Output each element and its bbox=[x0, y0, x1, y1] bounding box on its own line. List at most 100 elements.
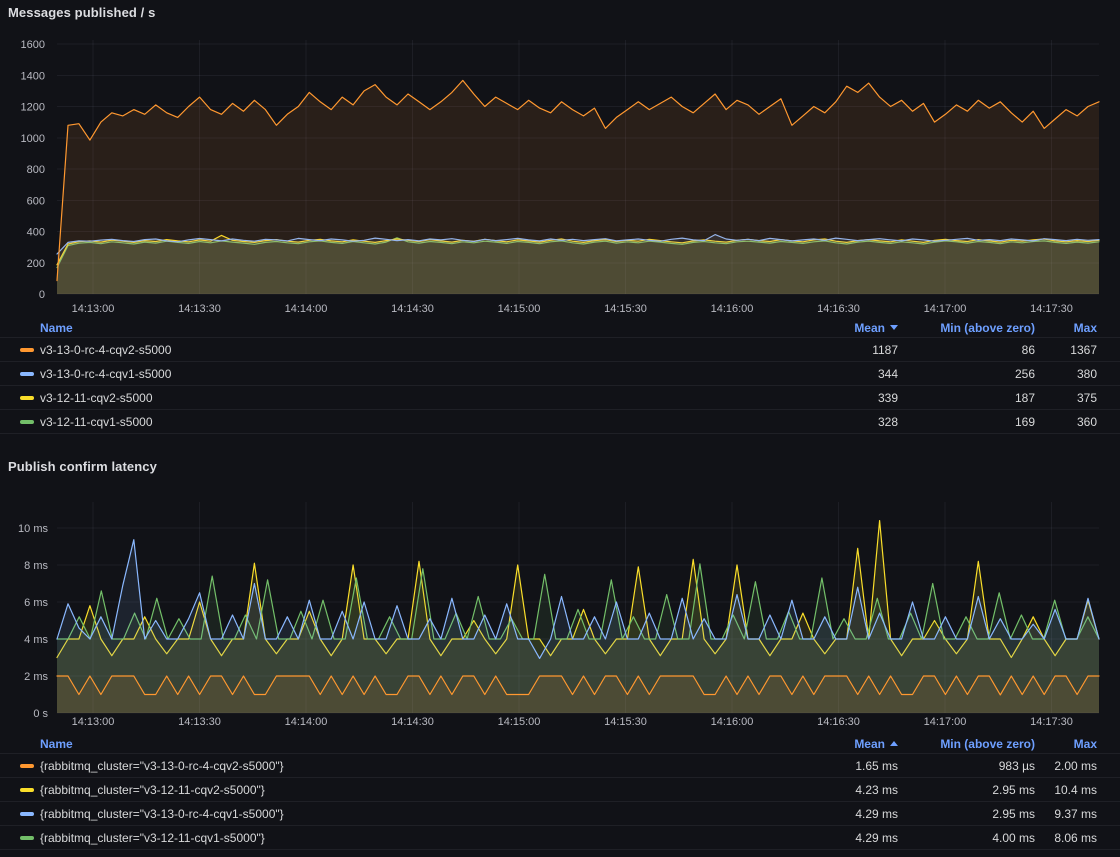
legend-header-max[interactable]: Max bbox=[1035, 321, 1097, 335]
legend-row[interactable]: {rabbitmq_cluster="v3-12-11-cqv1-s5000"}… bbox=[0, 826, 1120, 850]
series-name[interactable]: {rabbitmq_cluster="v3-12-11-cqv1-s5000"} bbox=[40, 831, 265, 845]
legend-header-mean[interactable]: Mean bbox=[788, 737, 898, 751]
series-name[interactable]: {rabbitmq_cluster="v3-12-11-cqv2-s5000"} bbox=[40, 783, 265, 797]
min-value: 169 bbox=[898, 415, 1035, 429]
legend-header-mean-label: Mean bbox=[854, 321, 885, 335]
svg-text:14:16:00: 14:16:00 bbox=[711, 303, 754, 315]
publish-confirm-latency-chart[interactable]: 0 s 2 ms 4 ms 6 ms 8 ms 10 ms 14:13:00 14:13:30… bbox=[0, 492, 1120, 734]
legend-row[interactable]: {rabbitmq_cluster="v3-13-0-rc-4-cqv2-s50… bbox=[0, 754, 1120, 778]
svg-text:14:14:00: 14:14:00 bbox=[285, 716, 328, 728]
svg-text:0: 0 bbox=[39, 289, 45, 301]
mean-value: 4.23 ms bbox=[788, 783, 898, 797]
svg-text:600: 600 bbox=[27, 195, 45, 207]
legend-header-row: Name Mean Min (above zero) Max bbox=[0, 734, 1120, 754]
sort-desc-icon bbox=[890, 325, 898, 330]
svg-text:10 ms: 10 ms bbox=[18, 523, 48, 535]
mean-value: 4.29 ms bbox=[788, 831, 898, 845]
legend-row[interactable]: v3-12-11-cqv1-s5000 328 169 360 bbox=[0, 410, 1120, 434]
max-value: 1367 bbox=[1035, 343, 1097, 357]
mean-value: 344 bbox=[788, 367, 898, 381]
series-color-swatch bbox=[20, 764, 34, 768]
legend-header-max[interactable]: Max bbox=[1035, 737, 1097, 751]
legend-header-mean[interactable]: Mean bbox=[788, 321, 898, 335]
messages-published-chart[interactable]: 0 200 400 600 800 1000 1200 1400 1600 14:13:00 14:… bbox=[0, 36, 1120, 318]
svg-text:14:13:00: 14:13:00 bbox=[72, 303, 115, 315]
svg-text:14:14:00: 14:14:00 bbox=[285, 303, 328, 315]
messages-published-legend-table: Name Mean Min (above zero) Max v3-13-0-r… bbox=[0, 318, 1120, 434]
sort-asc-icon bbox=[890, 741, 898, 746]
max-value: 10.4 ms bbox=[1035, 783, 1097, 797]
svg-text:14:13:30: 14:13:30 bbox=[178, 716, 221, 728]
series-color-swatch bbox=[20, 348, 34, 352]
series-color-swatch bbox=[20, 788, 34, 792]
legend-header-min[interactable]: Min (above zero) bbox=[898, 737, 1035, 751]
svg-text:200: 200 bbox=[27, 258, 45, 270]
svg-text:1000: 1000 bbox=[21, 133, 45, 145]
svg-text:2 ms: 2 ms bbox=[24, 671, 48, 683]
legend-header-row: Name Mean Min (above zero) Max bbox=[0, 318, 1120, 338]
svg-text:14:15:00: 14:15:00 bbox=[498, 303, 541, 315]
series-name[interactable]: v3-12-11-cqv1-s5000 bbox=[40, 415, 153, 429]
svg-text:14:15:00: 14:15:00 bbox=[498, 716, 541, 728]
max-value: 360 bbox=[1035, 415, 1097, 429]
max-value: 375 bbox=[1035, 391, 1097, 405]
svg-text:14:16:00: 14:16:00 bbox=[711, 716, 754, 728]
min-value: 2.95 ms bbox=[898, 783, 1035, 797]
svg-text:14:17:30: 14:17:30 bbox=[1030, 303, 1073, 315]
max-value: 380 bbox=[1035, 367, 1097, 381]
legend-row[interactable]: {rabbitmq_cluster="v3-12-11-cqv2-s5000"}… bbox=[0, 778, 1120, 802]
svg-text:14:14:30: 14:14:30 bbox=[391, 716, 434, 728]
svg-text:8 ms: 8 ms bbox=[24, 560, 48, 572]
mean-value: 4.29 ms bbox=[788, 807, 898, 821]
series-color-swatch bbox=[20, 396, 34, 400]
series-name[interactable]: v3-12-11-cqv2-s5000 bbox=[40, 391, 153, 405]
svg-text:14:13:00: 14:13:00 bbox=[72, 716, 115, 728]
legend-header-name[interactable]: Name bbox=[40, 737, 788, 751]
svg-text:14:17:00: 14:17:00 bbox=[924, 303, 967, 315]
svg-text:14:16:30: 14:16:30 bbox=[817, 716, 860, 728]
legend-row[interactable]: v3-12-11-cqv2-s5000 339 187 375 bbox=[0, 386, 1120, 410]
max-value: 2.00 ms bbox=[1035, 759, 1097, 773]
series-name[interactable]: v3-13-0-rc-4-cqv2-s5000 bbox=[40, 343, 171, 357]
min-value: 256 bbox=[898, 367, 1035, 381]
series-color-swatch bbox=[20, 420, 34, 424]
legend-row[interactable]: v3-13-0-rc-4-cqv1-s5000 344 256 380 bbox=[0, 362, 1120, 386]
svg-text:14:17:30: 14:17:30 bbox=[1030, 716, 1073, 728]
series-name[interactable]: {rabbitmq_cluster="v3-13-0-rc-4-cqv2-s50… bbox=[40, 759, 284, 773]
min-value: 983 µs bbox=[898, 759, 1035, 773]
mean-value: 1187 bbox=[788, 343, 898, 357]
series-name[interactable]: v3-13-0-rc-4-cqv1-s5000 bbox=[40, 367, 171, 381]
svg-text:1200: 1200 bbox=[21, 102, 45, 114]
panel-title-publish-confirm-latency[interactable]: Publish confirm latency bbox=[8, 459, 157, 474]
svg-text:6 ms: 6 ms bbox=[24, 597, 48, 609]
svg-text:0 s: 0 s bbox=[33, 708, 48, 720]
svg-text:14:14:30: 14:14:30 bbox=[391, 303, 434, 315]
min-value: 4.00 ms bbox=[898, 831, 1035, 845]
min-value: 86 bbox=[898, 343, 1035, 357]
mean-value: 328 bbox=[788, 415, 898, 429]
svg-text:800: 800 bbox=[27, 164, 45, 176]
min-value: 187 bbox=[898, 391, 1035, 405]
svg-text:14:16:30: 14:16:30 bbox=[817, 303, 860, 315]
mean-value: 339 bbox=[788, 391, 898, 405]
legend-header-min[interactable]: Min (above zero) bbox=[898, 321, 1035, 335]
series-color-swatch bbox=[20, 812, 34, 816]
svg-text:14:15:30: 14:15:30 bbox=[604, 303, 647, 315]
svg-text:14:13:30: 14:13:30 bbox=[178, 303, 221, 315]
series-color-swatch bbox=[20, 836, 34, 840]
max-value: 8.06 ms bbox=[1035, 831, 1097, 845]
min-value: 2.95 ms bbox=[898, 807, 1035, 821]
max-value: 9.37 ms bbox=[1035, 807, 1097, 821]
legend-row[interactable]: v3-13-0-rc-4-cqv2-s5000 1187 86 1367 bbox=[0, 338, 1120, 362]
svg-text:400: 400 bbox=[27, 227, 45, 239]
series-name[interactable]: {rabbitmq_cluster="v3-13-0-rc-4-cqv1-s50… bbox=[40, 807, 284, 821]
legend-row[interactable]: {rabbitmq_cluster="v3-13-0-rc-4-cqv1-s50… bbox=[0, 802, 1120, 826]
series-color-swatch bbox=[20, 372, 34, 376]
legend-header-name[interactable]: Name bbox=[40, 321, 788, 335]
legend-header-mean-label: Mean bbox=[854, 737, 885, 751]
panel-title-messages-published[interactable]: Messages published / s bbox=[8, 5, 155, 20]
svg-text:1400: 1400 bbox=[21, 70, 45, 82]
svg-text:1600: 1600 bbox=[21, 39, 45, 51]
svg-text:4 ms: 4 ms bbox=[24, 634, 48, 646]
svg-text:14:15:30: 14:15:30 bbox=[604, 716, 647, 728]
